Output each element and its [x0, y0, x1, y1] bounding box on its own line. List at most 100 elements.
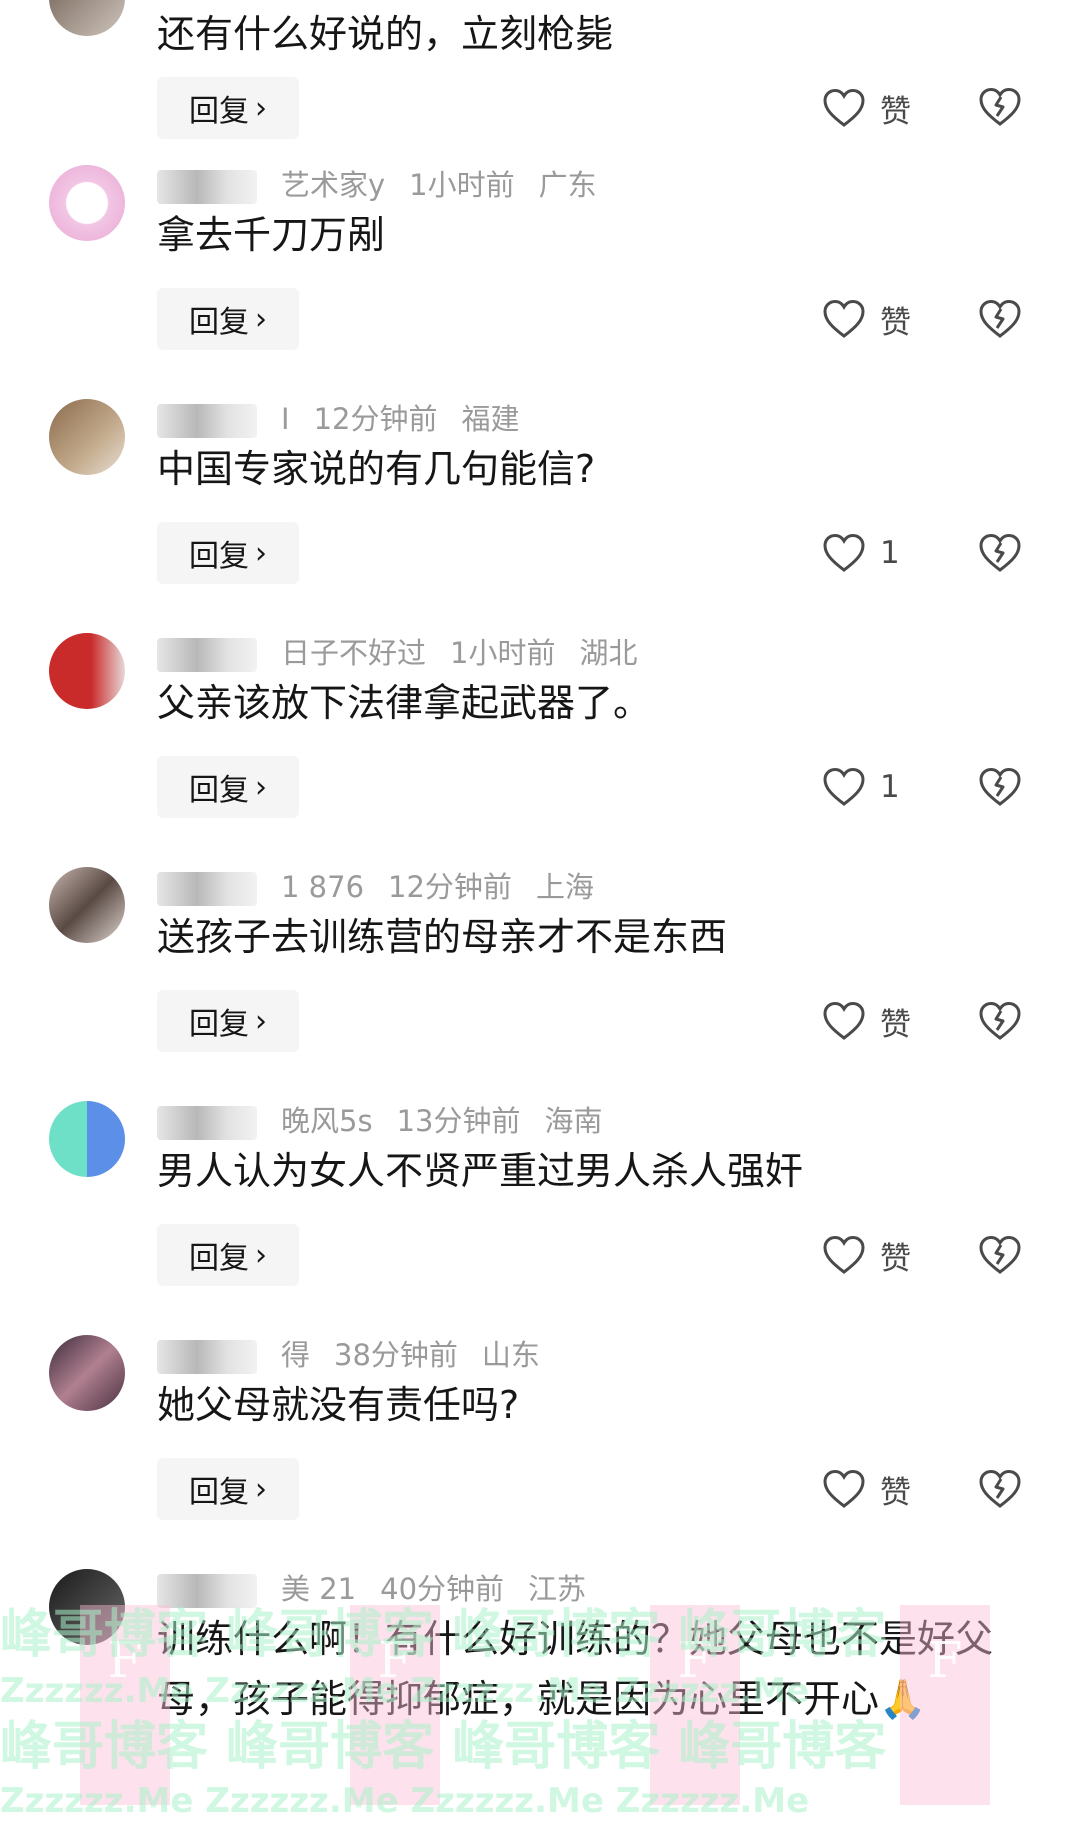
dislike-button[interactable]	[978, 1234, 1022, 1276]
comment-region: 江苏	[528, 1572, 587, 1606]
reply-label: 回复	[189, 305, 249, 340]
chevron-right-icon: ›	[255, 535, 267, 571]
reply-button[interactable]: 回复 ›	[157, 756, 299, 818]
comment-time: 1小时前	[409, 168, 515, 202]
reply-button[interactable]: 回复 ›	[157, 77, 299, 139]
comment-text: 父亲该放下法律拿起武器了。	[157, 681, 652, 725]
like-button[interactable]: 赞	[822, 77, 911, 139]
chevron-right-icon: ›	[255, 769, 267, 805]
heart-outline-icon	[823, 1469, 865, 1508]
comment-region: 湖北	[579, 636, 638, 670]
avatar[interactable]	[49, 0, 125, 36]
avatar[interactable]	[49, 1101, 125, 1177]
heart-outline-icon	[823, 767, 865, 806]
broken-heart-icon	[979, 87, 1021, 126]
avatar[interactable]	[49, 633, 125, 709]
broken-heart-icon	[979, 767, 1021, 806]
avatar[interactable]	[49, 1335, 125, 1411]
author-name[interactable]: 1 876	[281, 870, 364, 904]
like-button[interactable]: 赞	[822, 1224, 911, 1286]
reply-button[interactable]: 回复 ›	[157, 1224, 299, 1286]
dislike-button[interactable]	[978, 532, 1022, 574]
broken-heart-icon	[979, 299, 1021, 338]
like-count: 赞	[880, 93, 911, 130]
like-count: 赞	[880, 304, 911, 341]
broken-heart-icon	[979, 1469, 1021, 1508]
comment-text: 训练什么啊！有什么好训练的？她父母也不是好父母，孩子能得抑郁症，就是因为心里不开…	[157, 1617, 994, 1721]
comment-region: 上海	[535, 870, 594, 904]
like-button[interactable]: 赞	[822, 1458, 911, 1520]
heart-outline-icon	[823, 88, 865, 127]
comment-meta: 艺术家y 1小时前 广东	[157, 165, 621, 205]
heart-outline-icon	[823, 1235, 865, 1274]
comment-meta: I 12分钟前 福建	[157, 399, 543, 439]
chevron-right-icon: ›	[255, 1003, 267, 1039]
comment-region: 福建	[461, 402, 520, 436]
like-count: 1	[880, 535, 900, 571]
avatar[interactable]	[49, 399, 125, 475]
avatar[interactable]	[49, 165, 125, 241]
author-name[interactable]: 日子不好过	[281, 636, 426, 670]
heart-outline-icon	[823, 299, 865, 338]
author-name[interactable]: 得	[281, 1338, 310, 1372]
comment-list: 还有什么好说的，立刻枪毙 回复 › 赞艺术家y 1小时前 广东 拿去千刀万剐 回复 › 赞 I 12分…	[0, 0, 1080, 1846]
reply-label: 回复	[189, 539, 249, 574]
comment-region: 海南	[544, 1104, 603, 1138]
author-name[interactable]: I	[281, 402, 290, 436]
chevron-right-icon: ›	[255, 90, 267, 126]
comment-text: 中国专家说的有几句能信?	[157, 447, 596, 491]
blurred-username	[157, 170, 257, 204]
chevron-right-icon: ›	[255, 301, 267, 337]
comment-meta: 晚风5s 13分钟前 海南	[157, 1101, 626, 1141]
comment-text: 男人认为女人不贤严重过男人杀人强奸	[157, 1149, 804, 1193]
reply-label: 回复	[189, 1475, 249, 1510]
like-button[interactable]: 1	[822, 522, 900, 584]
dislike-button[interactable]	[978, 766, 1022, 808]
avatar[interactable]	[49, 867, 125, 943]
comment-meta: 得 38分钟前 山东	[157, 1335, 564, 1375]
like-count: 赞	[880, 1006, 911, 1043]
blurred-username	[157, 872, 257, 906]
author-name[interactable]: 晚风5s	[281, 1104, 373, 1138]
comment-time: 1小时前	[450, 636, 556, 670]
comment-meta: 美 21 40分钟前 江苏	[157, 1569, 610, 1609]
broken-heart-icon	[979, 1235, 1021, 1274]
reply-label: 回复	[189, 1241, 249, 1276]
comment-text: 送孩子去训练营的母亲才不是东西	[157, 915, 728, 959]
author-name[interactable]: 美 21	[281, 1572, 356, 1606]
comment-meta: 1 876 12分钟前 上海	[157, 867, 618, 907]
reply-label: 回复	[189, 773, 249, 808]
broken-heart-icon	[979, 533, 1021, 572]
dislike-button[interactable]	[978, 1468, 1022, 1510]
reply-button[interactable]: 回复 ›	[157, 990, 299, 1052]
like-count: 赞	[880, 1240, 911, 1277]
dislike-button[interactable]	[978, 298, 1022, 340]
comment-time: 13分钟前	[396, 1104, 521, 1138]
chevron-right-icon: ›	[255, 1471, 267, 1507]
blurred-username	[157, 404, 257, 438]
like-button[interactable]: 赞	[822, 288, 911, 350]
blurred-username	[157, 1106, 257, 1140]
heart-outline-icon	[823, 1001, 865, 1040]
dislike-button[interactable]	[978, 1000, 1022, 1042]
like-button[interactable]: 1	[822, 756, 900, 818]
chevron-right-icon: ›	[255, 1237, 267, 1273]
reply-label: 回复	[189, 1007, 249, 1042]
comment-time: 12分钟前	[388, 870, 512, 904]
comment-region: 山东	[481, 1338, 540, 1372]
reply-label: 回复	[189, 94, 249, 129]
reply-button[interactable]: 回复 ›	[157, 1458, 299, 1520]
comment-text: 拿去千刀万剐	[157, 213, 386, 257]
blurred-username	[157, 638, 257, 672]
like-button[interactable]: 赞	[822, 990, 911, 1052]
blurred-username	[157, 1574, 257, 1608]
author-name[interactable]: 艺术家y	[281, 168, 385, 202]
comment-time: 38分钟前	[334, 1338, 458, 1372]
comment-region: 广东	[538, 168, 597, 202]
dislike-button[interactable]	[978, 86, 1022, 128]
reply-button[interactable]: 回复 ›	[157, 288, 299, 350]
broken-heart-icon	[979, 1001, 1021, 1040]
reply-button[interactable]: 回复 ›	[157, 522, 299, 584]
like-count: 1	[880, 769, 900, 805]
avatar[interactable]	[49, 1569, 125, 1645]
